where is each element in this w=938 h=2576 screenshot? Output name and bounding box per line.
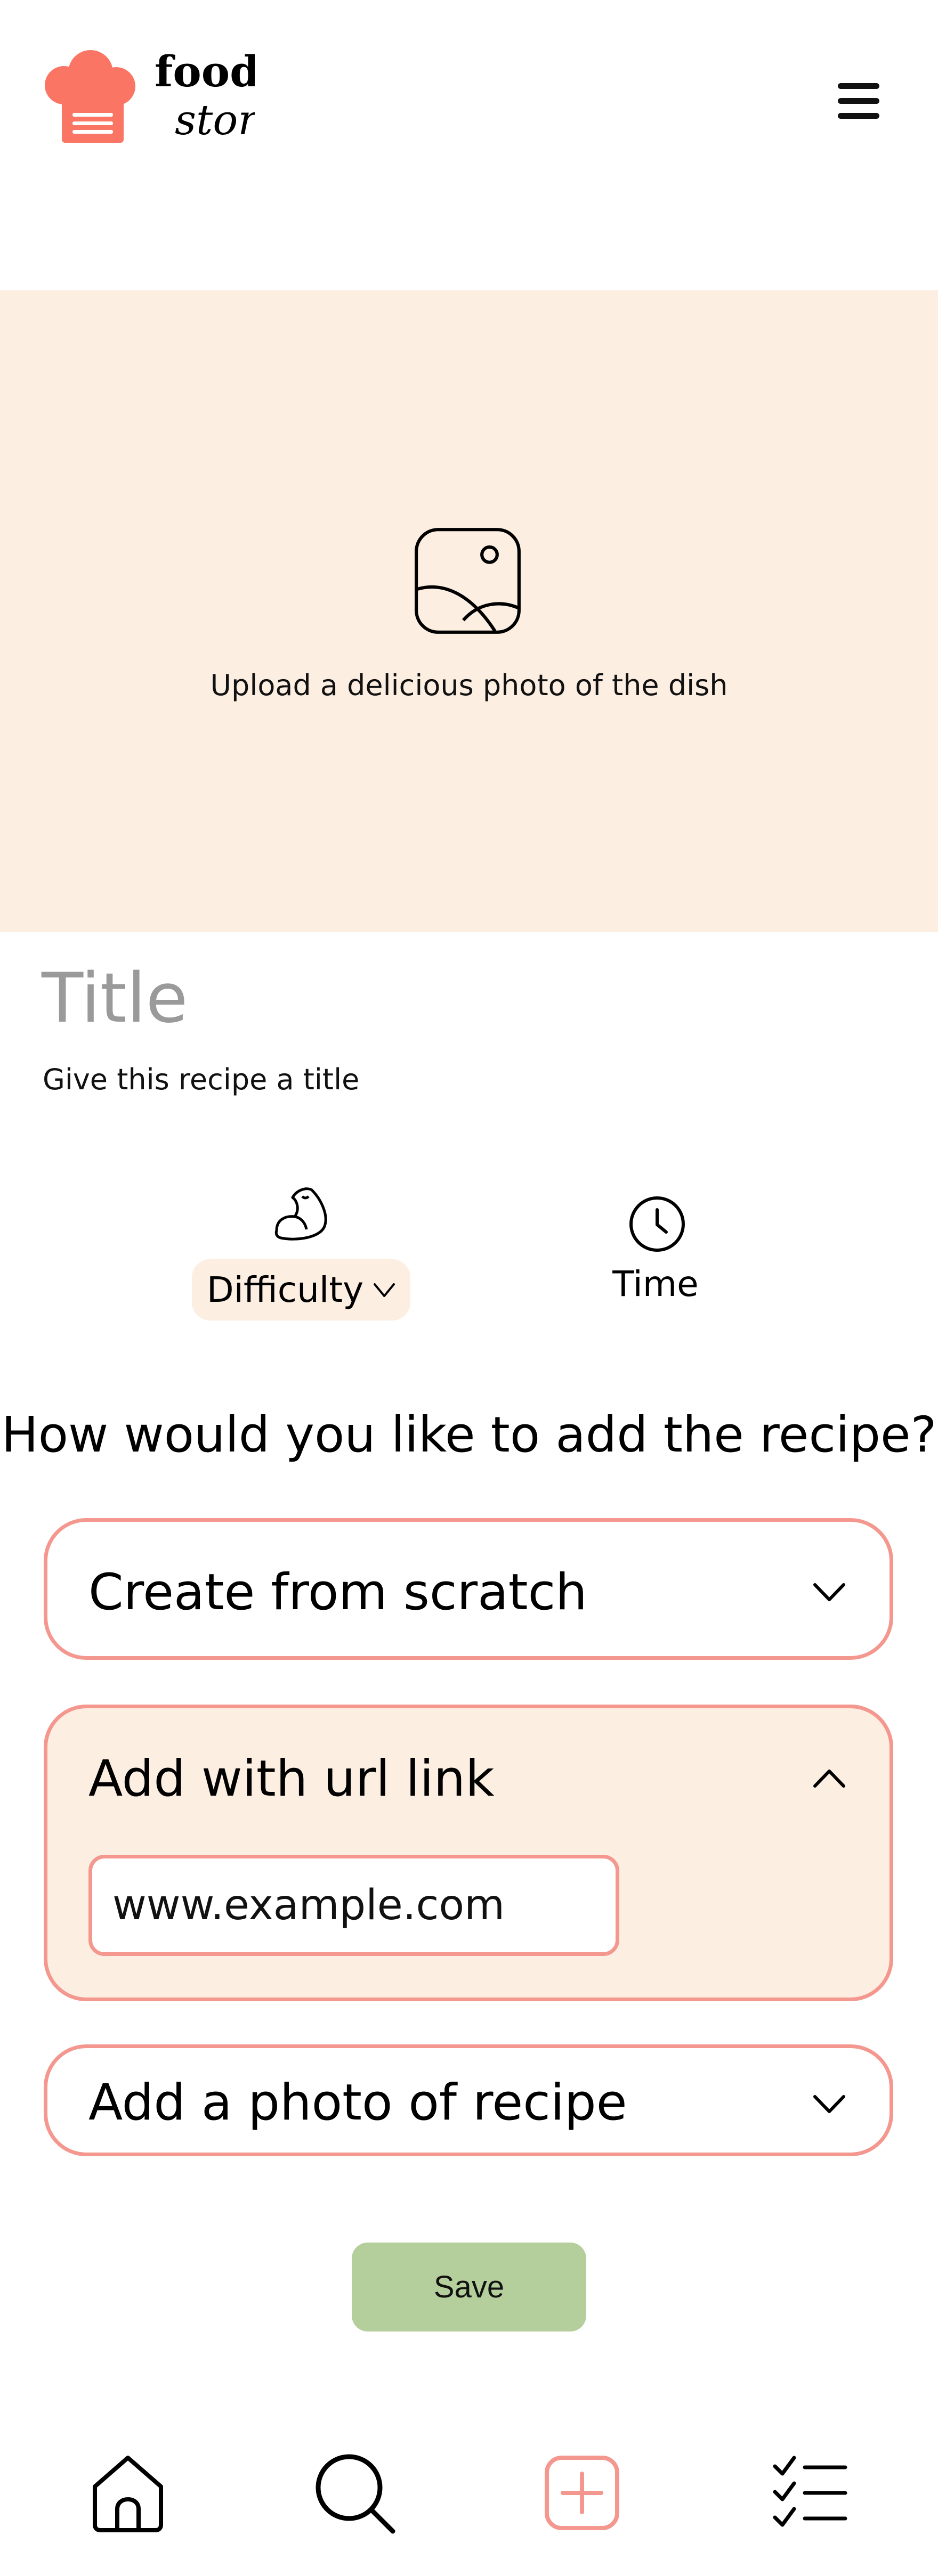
recipe-title-input[interactable]: Title: [42, 959, 188, 1038]
add-method-question: How would you like to add the recipe?: [1, 1406, 937, 1463]
url-input[interactable]: www.example.com: [88, 1855, 619, 1956]
brand-name-line2: story: [175, 96, 255, 144]
nav-home[interactable]: [85, 2450, 171, 2536]
chevron-down-icon: [813, 1583, 845, 1601]
brand-name-line1: food: [155, 49, 255, 96]
upload-instruction: Upload a delicious photo of the dish: [210, 669, 728, 702]
add-icon: [545, 2456, 619, 2530]
chevron-down-icon: [813, 2095, 845, 2113]
difficulty-dropdown[interactable]: Difficulty: [192, 1259, 410, 1320]
option-label: Create from scratch: [88, 1563, 587, 1621]
chef-hat-icon: food story: [45, 46, 282, 144]
option-label: Add with url link: [88, 1750, 495, 1808]
hamburger-menu-icon[interactable]: [831, 75, 885, 128]
save-button[interactable]: Save: [352, 2243, 586, 2332]
nav-list[interactable]: [767, 2450, 853, 2536]
add-with-url-option[interactable]: Add with url link www.example.com: [44, 1705, 893, 2001]
create-from-scratch-option[interactable]: Create from scratch: [44, 1518, 893, 1660]
home-icon: [93, 2456, 163, 2532]
nav-add-recipe[interactable]: [539, 2450, 625, 2536]
app-header: food story: [0, 0, 938, 290]
search-icon: [316, 2454, 395, 2534]
chevron-up-icon: [813, 1770, 845, 1788]
image-icon: [415, 528, 521, 634]
recipe-title-hint: Give this recipe a title: [43, 1063, 360, 1096]
checklist-icon: [773, 2456, 847, 2527]
time-label[interactable]: Time: [597, 1263, 714, 1305]
chevron-down-icon: [374, 1283, 395, 1297]
add-photo-option[interactable]: Add a photo of recipe: [44, 2044, 893, 2156]
food-story-logo[interactable]: food story: [42, 46, 282, 161]
option-label: Add a photo of recipe: [88, 2074, 627, 2132]
nav-search[interactable]: [312, 2450, 397, 2536]
clock-icon[interactable]: [628, 1195, 686, 1253]
flexed-bicep-icon: [274, 1187, 327, 1241]
difficulty-label: Difficulty: [206, 1269, 364, 1310]
